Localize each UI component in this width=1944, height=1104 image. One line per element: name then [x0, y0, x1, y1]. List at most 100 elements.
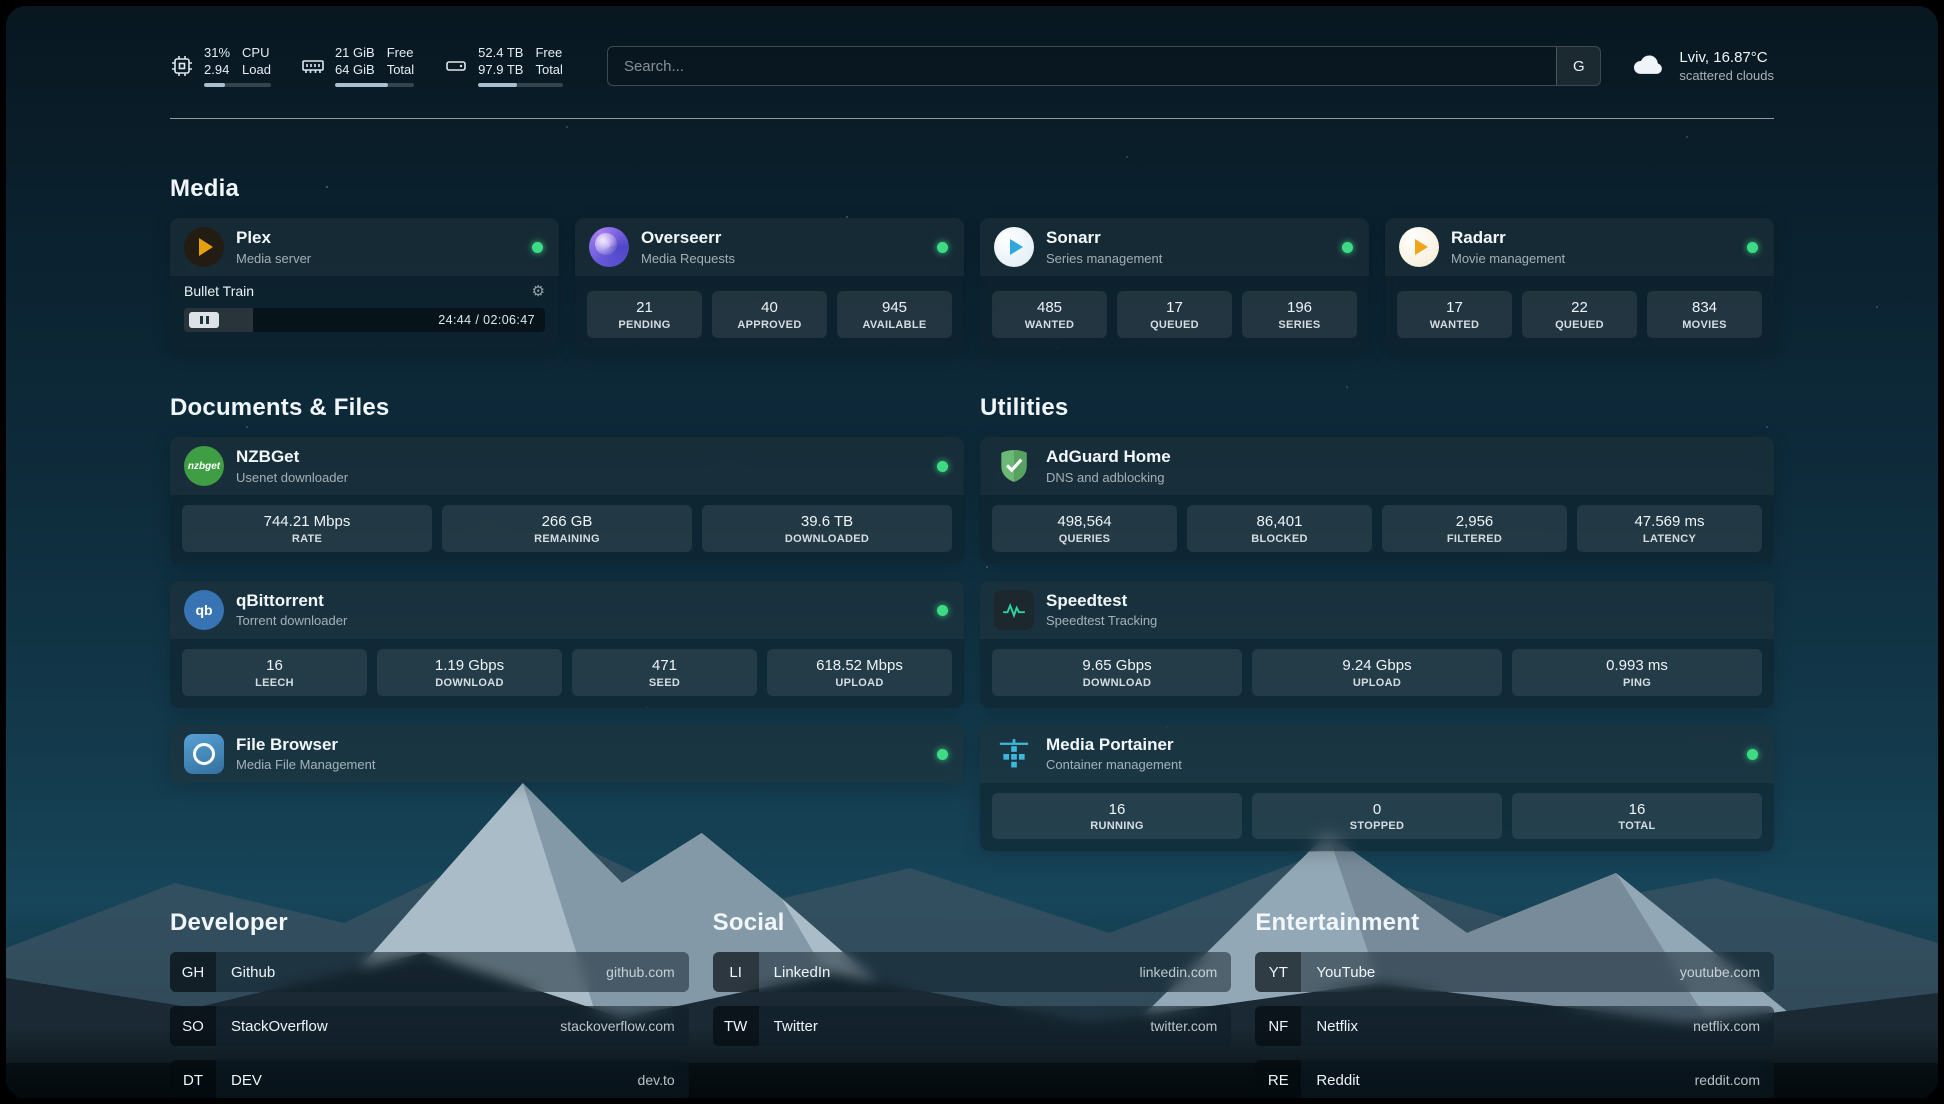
bookmark-url: reddit.com — [1695, 1072, 1760, 1088]
stat-ping: 0.993 ms PING — [1512, 649, 1762, 696]
bookmark-url: github.com — [606, 964, 674, 980]
gear-icon[interactable]: ⚙ — [532, 282, 545, 300]
bookmark-linkedin[interactable]: LI LinkedIn linkedin.com — [713, 952, 1232, 992]
disk-icon — [444, 54, 468, 78]
stat-value: 196 — [1246, 299, 1353, 318]
playback-time: 24:44 / 02:06:47 — [438, 308, 535, 332]
pause-icon[interactable] — [189, 312, 219, 328]
stat-label: UPLOAD — [1256, 677, 1498, 689]
card-portainer[interactable]: Media Portainer Container management 16 … — [980, 725, 1774, 852]
disk-free-label: Free — [535, 45, 562, 62]
bookmark-github[interactable]: GH Github github.com — [170, 952, 689, 992]
status-dot — [532, 242, 543, 253]
card-sonarr[interactable]: Sonarr Series management 485 WANTED 17 Q… — [980, 218, 1369, 350]
bookmark-dev[interactable]: DT DEV dev.to — [170, 1060, 689, 1098]
service-subtitle: Media server — [236, 251, 311, 266]
bookmark-abbr: GH — [170, 952, 216, 992]
status-dot — [937, 605, 948, 616]
adguard-icon — [994, 446, 1034, 486]
stat-value: 618.52 Mbps — [771, 657, 948, 676]
stat-label: SEED — [576, 677, 753, 689]
stat-label: DOWNLOADED — [706, 533, 948, 545]
search-bar: G — [607, 46, 1601, 86]
bookmark-url: dev.to — [638, 1072, 675, 1088]
nzbget-icon: nzbget — [184, 446, 224, 486]
stat-value: 86,401 — [1191, 513, 1368, 532]
stat-label: TOTAL — [1516, 820, 1758, 832]
card-speedtest[interactable]: Speedtest Speedtest Tracking 9.65 Gbps D… — [980, 581, 1774, 708]
playback-progress-bar[interactable]: 24:44 / 02:06:47 — [184, 308, 545, 332]
stat-rate: 744.21 Mbps RATE — [182, 505, 432, 552]
stat-label: DOWNLOAD — [381, 677, 558, 689]
stat-value: 9.24 Gbps — [1256, 657, 1498, 676]
bookmark-abbr: DT — [170, 1060, 216, 1098]
section-heading-utilities: Utilities — [980, 394, 1774, 422]
service-title: File Browser — [236, 735, 375, 755]
stat-wanted: 485 WANTED — [992, 291, 1107, 338]
card-radarr[interactable]: Radarr Movie management 17 WANTED 22 QUE… — [1385, 218, 1774, 350]
service-subtitle: Media File Management — [236, 757, 375, 772]
stat-value: 471 — [576, 657, 753, 676]
stat-label: REMAINING — [446, 533, 688, 545]
stat-queued: 22 QUEUED — [1522, 291, 1637, 338]
header-divider — [170, 118, 1774, 119]
card-overseerr[interactable]: Overseerr Media Requests 21 PENDING 40 A… — [575, 218, 964, 350]
service-subtitle: Series management — [1046, 251, 1162, 266]
bookmark-twitter[interactable]: TW Twitter twitter.com — [713, 1006, 1232, 1046]
service-subtitle: Torrent downloader — [236, 613, 347, 628]
stat-available: 945 AVAILABLE — [837, 291, 952, 338]
status-dot — [937, 461, 948, 472]
disk-progress-track — [478, 83, 563, 87]
bookmark-stackoverflow[interactable]: SO StackOverflow stackoverflow.com — [170, 1006, 689, 1046]
bookmark-reddit[interactable]: RE Reddit reddit.com — [1255, 1060, 1774, 1098]
stat-value: 40 — [716, 299, 823, 318]
stat-leech: 16 LEECH — [182, 649, 367, 696]
speedtest-icon — [994, 590, 1034, 630]
bookmark-name: DEV — [231, 1072, 262, 1089]
bookmark-name: StackOverflow — [231, 1018, 328, 1035]
stat-value: 17 — [1401, 299, 1508, 318]
card-plex[interactable]: Plex Media server Bullet Train ⚙ 24:44 /… — [170, 218, 559, 350]
stat-filtered: 2,956 FILTERED — [1382, 505, 1567, 552]
card-filebrowser[interactable]: File Browser Media File Management — [170, 725, 964, 783]
stat-movies: 834 MOVIES — [1647, 291, 1762, 338]
bookmark-url: stackoverflow.com — [560, 1018, 674, 1034]
cpu-progress-fill — [204, 83, 225, 87]
weather-widget: Lviv, 16.87°C scattered clouds — [1631, 46, 1774, 87]
disk-total-label: Total — [535, 62, 562, 79]
memory-icon — [301, 54, 325, 78]
service-subtitle: Container management — [1046, 757, 1182, 772]
service-title: Overseerr — [641, 228, 735, 248]
service-title: Speedtest — [1046, 591, 1157, 611]
stat-upload: 9.24 Gbps UPLOAD — [1252, 649, 1502, 696]
stat-value: 22 — [1526, 299, 1633, 318]
stat-label: FILTERED — [1386, 533, 1563, 545]
card-nzbget[interactable]: nzbget NZBGet Usenet downloader 744.21 M… — [170, 437, 964, 564]
bookmark-group-social: Social LI LinkedIn linkedin.com TW Twitt… — [713, 909, 1232, 1060]
service-title: Radarr — [1451, 228, 1565, 248]
bookmark-abbr: SO — [170, 1006, 216, 1046]
stat-blocked: 86,401 BLOCKED — [1187, 505, 1372, 552]
bookmark-abbr: RE — [1255, 1060, 1301, 1098]
radarr-icon — [1399, 227, 1439, 267]
search-provider-button[interactable]: G — [1556, 47, 1600, 85]
stat-queries: 498,564 QUERIES — [992, 505, 1177, 552]
card-adguard[interactable]: AdGuard Home DNS and adblocking 498,564 … — [980, 437, 1774, 564]
stat-running: 16 RUNNING — [992, 793, 1242, 840]
bookmark-name: Github — [231, 964, 275, 981]
stat-label: APPROVED — [716, 319, 823, 331]
bookmark-netflix[interactable]: NF Netflix netflix.com — [1255, 1006, 1774, 1046]
bookmark-abbr: NF — [1255, 1006, 1301, 1046]
section-heading-social: Social — [713, 909, 1232, 937]
stat-upload: 618.52 Mbps UPLOAD — [767, 649, 952, 696]
stat-total: 16 TOTAL — [1512, 793, 1762, 840]
card-qbittorrent[interactable]: qb qBittorrent Torrent downloader 16 — [170, 581, 964, 708]
bookmark-youtube[interactable]: YT YouTube youtube.com — [1255, 952, 1774, 992]
qbittorrent-icon: qb — [184, 590, 224, 630]
service-title: Plex — [236, 228, 311, 248]
stat-label: QUEUED — [1526, 319, 1633, 331]
section-heading-media: Media — [170, 175, 1774, 203]
search-input[interactable] — [607, 46, 1601, 86]
service-subtitle: DNS and adblocking — [1046, 470, 1171, 485]
cpu-load-label: Load — [242, 62, 271, 79]
